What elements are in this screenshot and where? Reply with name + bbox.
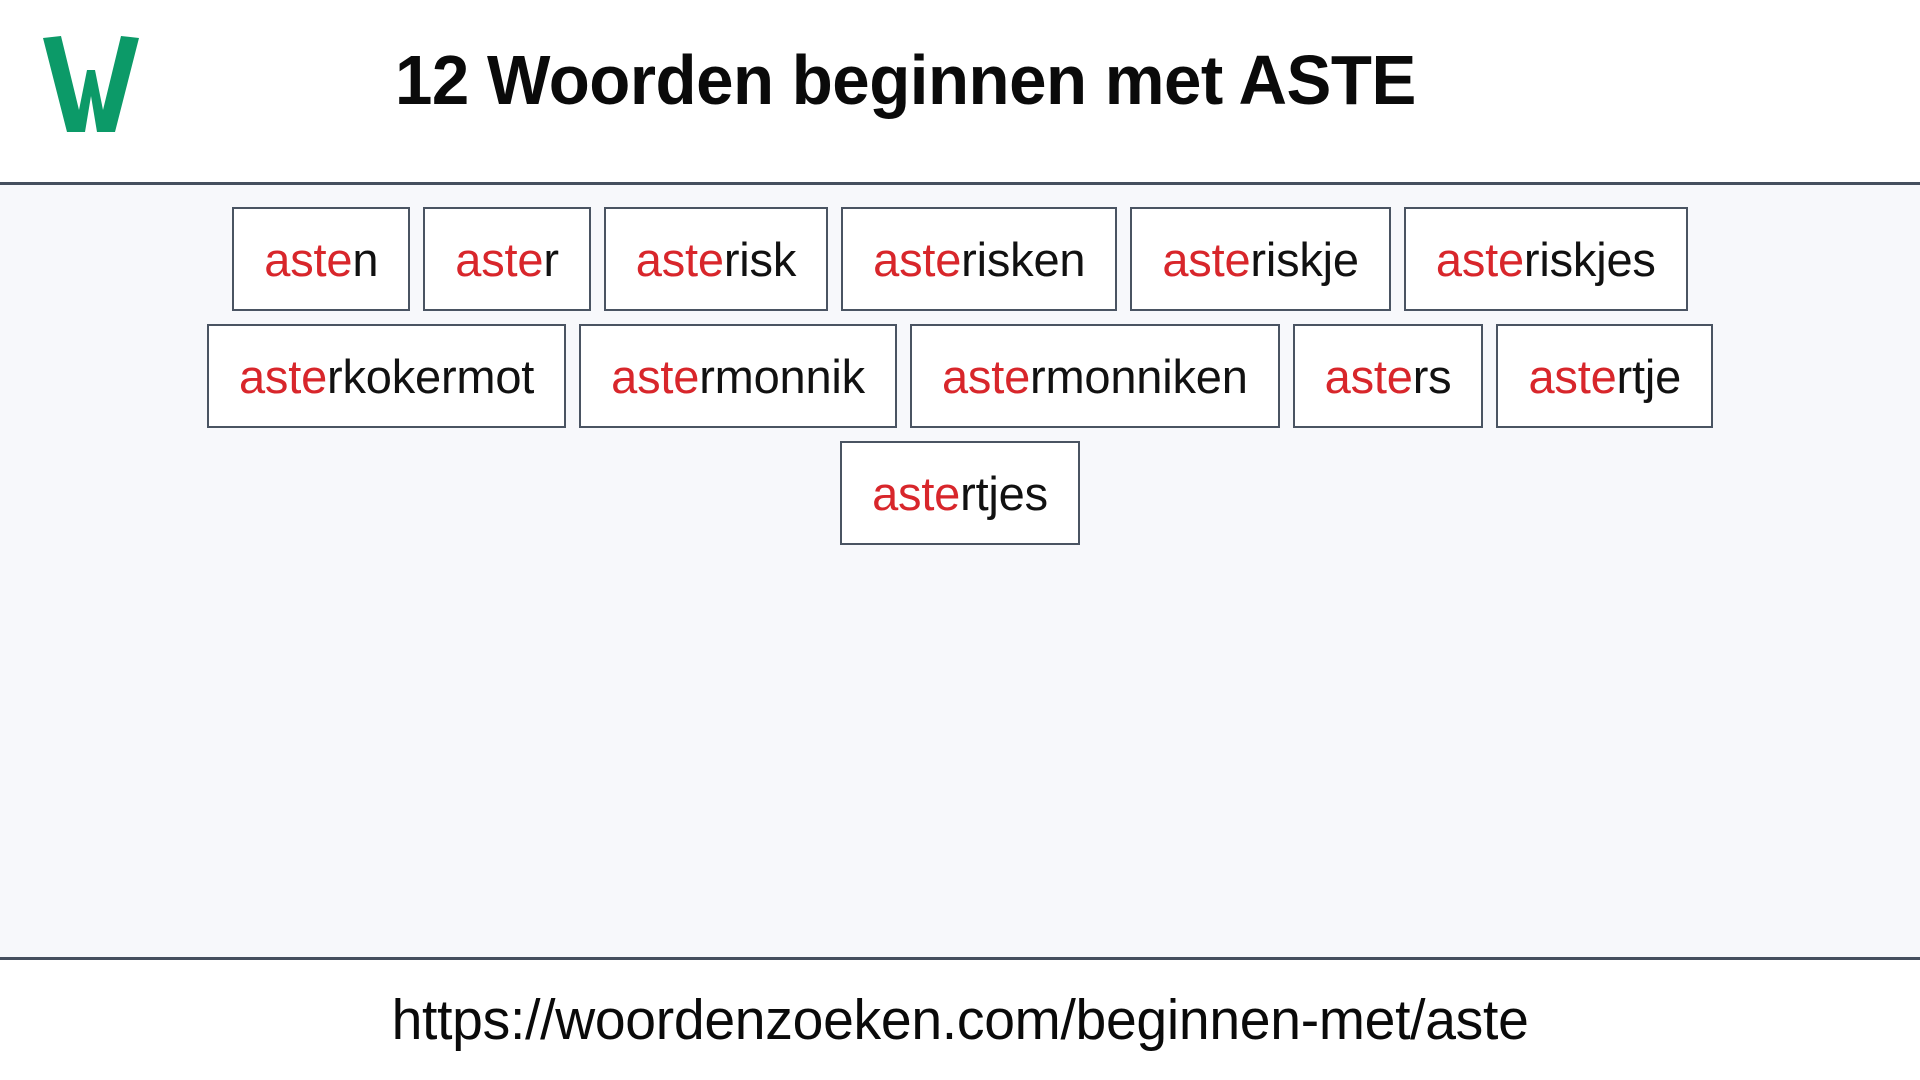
word-box[interactable]: asteriskjes [1403, 207, 1688, 311]
word-prefix-highlight: aste [873, 232, 962, 286]
word-box[interactable]: asteriskje [1130, 207, 1391, 311]
word-row: asterkokermot astermonnik astermonniken ast… [0, 324, 1920, 428]
word-suffix: riskje [1250, 232, 1359, 286]
word-prefix-highlight: aste [872, 466, 961, 520]
word-text: astermonnik [611, 353, 865, 400]
word-prefix-highlight: aste [1435, 232, 1524, 286]
word-text: astermonniken [942, 353, 1248, 400]
page-footer: https://woordenzoeken.com/beginnen-met/a… [0, 960, 1920, 1080]
word-text: asterisken [873, 236, 1085, 283]
word-suffix: r [543, 232, 559, 286]
word-box[interactable]: asters [1292, 324, 1484, 428]
word-text: asteriskje [1162, 236, 1359, 283]
word-suffix: n [352, 232, 379, 286]
word-prefix-highlight: aste [1528, 349, 1617, 403]
word-box[interactable]: asterisk [603, 207, 829, 311]
word-text: asten [264, 236, 378, 283]
word-suffix: rtje [1616, 349, 1682, 403]
word-text: asterkokermot [239, 353, 534, 400]
word-box[interactable]: asten [232, 207, 411, 311]
word-box[interactable]: astertjes [840, 441, 1080, 545]
source-url[interactable]: https://woordenzoeken.com/beginnen-met/a… [392, 987, 1529, 1053]
w-logo-icon[interactable] [30, 22, 150, 137]
word-suffix: rs [1412, 349, 1452, 403]
word-text: astertje [1528, 353, 1681, 400]
word-prefix-highlight: aste [238, 349, 328, 403]
page-root: 12 Woorden beginnen met ASTE asten aster a… [0, 0, 1920, 1080]
word-suffix: rmonniken [1030, 349, 1248, 403]
word-suffix: rkokermot [327, 349, 535, 403]
word-prefix-highlight: aste [1324, 349, 1413, 403]
page-header: 12 Woorden beginnen met ASTE [0, 0, 1920, 185]
page-title: 12 Woorden beginnen met ASTE [395, 41, 1416, 119]
word-text: aster [455, 236, 559, 283]
word-prefix-highlight: aste [455, 232, 544, 286]
word-suffix: riskjes [1523, 232, 1656, 286]
word-prefix-highlight: aste [611, 349, 700, 403]
word-box[interactable]: asterkokermot [206, 324, 567, 428]
word-row: asten aster asterisk asterisken asteriskje as… [0, 207, 1920, 311]
word-prefix-highlight: aste [941, 349, 1031, 403]
word-text: asterisk [635, 232, 797, 286]
word-box[interactable]: astertje [1496, 324, 1714, 428]
word-prefix-highlight: aste [1162, 232, 1251, 286]
word-text: asters [1325, 353, 1452, 400]
word-box[interactable]: asterisken [841, 207, 1118, 311]
word-box[interactable]: astermonniken [909, 324, 1280, 428]
word-text: astertjes [872, 470, 1048, 517]
word-suffix: risk [723, 232, 797, 286]
word-suffix: risken [961, 232, 1086, 286]
word-suffix: rmonnik [699, 349, 865, 403]
word-box[interactable]: astermonnik [579, 324, 897, 428]
word-text: asteriskjes [1436, 236, 1656, 283]
word-suffix: rtjes [960, 466, 1048, 520]
word-row: astertjes [0, 441, 1920, 545]
word-list-area: asten aster asterisk asterisken asteriskje as… [0, 185, 1920, 960]
word-prefix-highlight: aste [264, 232, 353, 286]
word-prefix-highlight: aste [635, 232, 724, 286]
word-box[interactable]: aster [423, 207, 591, 311]
